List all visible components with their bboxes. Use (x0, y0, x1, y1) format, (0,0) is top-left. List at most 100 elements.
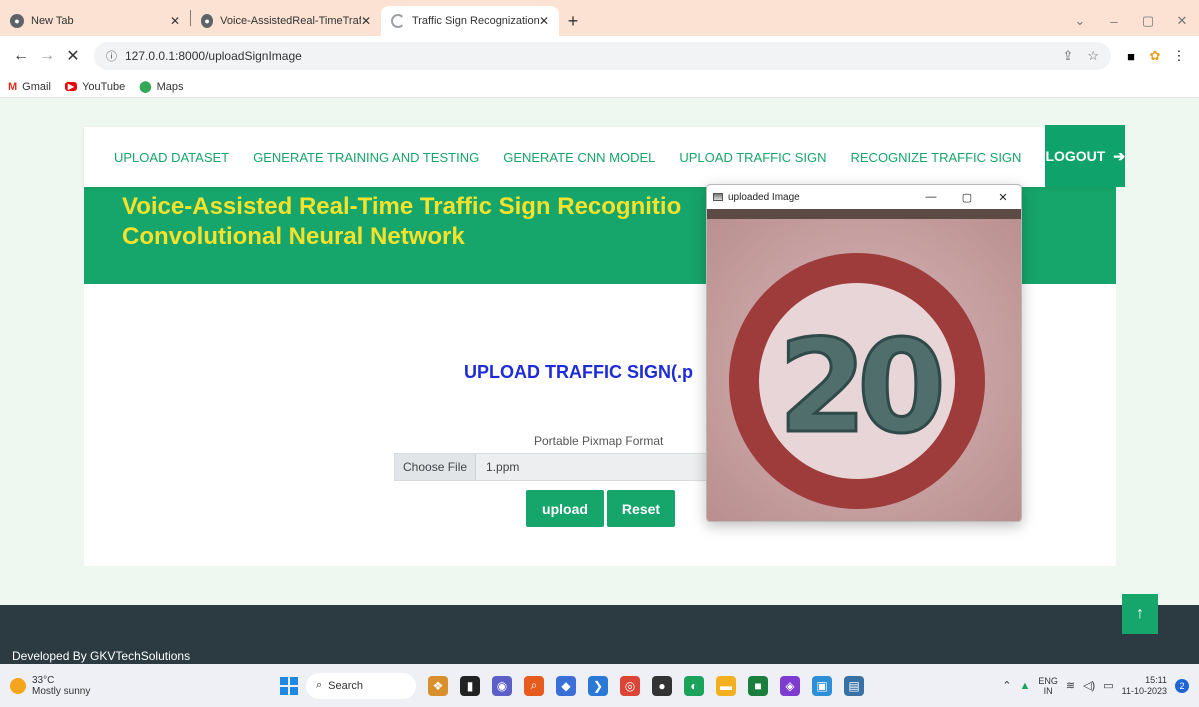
site-navbar: UPLOAD DATASET GENERATE TRAINING AND TES… (84, 125, 1126, 187)
search-app-icon[interactable]: ⌕ (524, 675, 544, 696)
forward-icon[interactable]: → (34, 47, 60, 65)
chevron-up-icon[interactable]: ⌃ (1002, 679, 1011, 692)
pycharm-icon[interactable]: ■ (748, 675, 768, 696)
chrome-icon: ● (10, 14, 24, 28)
choose-file-button[interactable]: Choose File (395, 454, 477, 480)
address-bar: ← → ✕ ⓘ 127.0.0.1:8000/uploadSignImage ⇪… (0, 36, 1199, 76)
footer-credit: Developed By GKVTechSolutions (12, 649, 191, 663)
upload-heading: UPLOAD TRAFFIC SIGN(.p (464, 362, 693, 382)
bookmark-label: YouTube (82, 80, 126, 93)
drive-sync-icon[interactable]: ▲ (1019, 680, 1030, 692)
volume-icon[interactable]: ◁) (1083, 679, 1095, 692)
nav-upload-traffic-sign[interactable]: UPLOAD TRAFFIC SIGN (679, 150, 826, 165)
file-explorer-icon[interactable]: ▬ (716, 675, 736, 696)
bookmark-label: Maps (156, 80, 184, 93)
close-icon[interactable]: ✕ (361, 14, 371, 28)
battery-icon[interactable]: ▭ (1103, 679, 1113, 692)
system-tray: ⌃ ▲ ENG IN ≋ ◁) ▭ 15:11 11-10-2023 2 (1002, 675, 1199, 697)
bookmark-star-icon[interactable]: ☆ (1087, 48, 1099, 64)
site-footer: Developed By GKVTechSolutions (0, 605, 1199, 664)
taskbar-search-label: Search (328, 679, 364, 692)
image-window-title: uploaded Image (728, 191, 800, 203)
close-icon[interactable]: ✕ (170, 14, 180, 28)
reset-button[interactable]: Reset (607, 490, 675, 527)
obs-icon[interactable]: ● (652, 675, 672, 696)
photos-icon[interactable]: ▣ (812, 675, 832, 696)
minimize-icon[interactable]: — (913, 191, 949, 204)
image-top-strip (707, 209, 1021, 219)
scroll-to-top-button[interactable]: ↑ (1122, 594, 1158, 634)
browser-tab-bar: ● New Tab ✕ ● Voice-AssistedReal-TimeTra… (0, 0, 1199, 36)
tab-voice-assisted[interactable]: ● Voice-AssistedReal-TimeTrafficSi ✕ (191, 6, 381, 36)
traffic-sign-image: 20 (707, 209, 1021, 521)
logout-button[interactable]: LOGOUT ➔ (1045, 125, 1126, 187)
url-input[interactable]: ⓘ 127.0.0.1:8000/uploadSignImage ⇪ ☆ (94, 42, 1111, 70)
gmail-icon: M (8, 80, 18, 93)
nav-upload-dataset[interactable]: UPLOAD DATASET (114, 150, 229, 165)
store-icon[interactable]: ◈ (780, 675, 800, 696)
wifi-icon[interactable]: ≋ (1066, 679, 1075, 692)
lang-top: ENG (1038, 675, 1058, 686)
sign-number: 20 (778, 313, 940, 462)
clock[interactable]: 15:11 11-10-2023 (1122, 675, 1167, 697)
vscode-icon[interactable]: ❯ (588, 675, 608, 696)
maximize-icon[interactable]: ▢ (949, 191, 985, 204)
bookmark-maps[interactable]: ⬤ Maps (139, 80, 184, 94)
extension-icon[interactable]: ✿ (1143, 48, 1167, 64)
close-window-icon[interactable]: ✕ (1165, 13, 1199, 29)
maximize-icon[interactable]: ▢ (1131, 13, 1165, 29)
bookmark-gmail[interactable]: M Gmail (8, 81, 51, 93)
nav-generate-training-testing[interactable]: GENERATE TRAINING AND TESTING (253, 150, 479, 165)
widgets-icon[interactable]: ❖ (428, 675, 448, 696)
nav-recognize-traffic-sign[interactable]: RECOGNIZE TRAFFIC SIGN (851, 150, 1022, 165)
app-window-icon (713, 193, 723, 201)
bookmark-label: Gmail (22, 80, 51, 93)
language-indicator[interactable]: ENG IN (1038, 676, 1058, 696)
stop-icon[interactable]: ✕ (60, 46, 86, 66)
minimize-icon[interactable]: – (1097, 14, 1131, 29)
file-input[interactable]: Choose File 1.ppm (394, 453, 724, 481)
sun-icon (10, 677, 26, 694)
loading-icon (391, 14, 405, 28)
weather-widget[interactable]: 33°C Mostly sunny (0, 675, 280, 697)
taskview-icon[interactable]: ▮ (460, 675, 480, 696)
youtube-icon: ▶ (64, 82, 78, 91)
arrow-up-icon: ↑ (1136, 605, 1144, 622)
image-window-controls: — ▢ ✕ (913, 191, 1021, 204)
chrome-taskbar-icon[interactable]: ◎ (620, 675, 640, 696)
start-icon[interactable] (280, 676, 298, 695)
tab-new-tab[interactable]: ● New Tab ✕ (0, 6, 190, 36)
window-controls: ⌄ – ▢ ✕ (1063, 6, 1199, 36)
close-icon[interactable]: ✕ (539, 14, 549, 28)
menu-icon[interactable]: ⋮ (1167, 48, 1191, 64)
upload-button[interactable]: upload (526, 490, 604, 527)
nav-generate-cnn-model[interactable]: GENERATE CNN MODEL (503, 150, 655, 165)
site-info-icon[interactable]: ⓘ (106, 48, 117, 64)
vpn-icon[interactable]: ◆ (556, 675, 576, 696)
tab-search-icon[interactable]: ⌄ (1063, 13, 1097, 29)
edge-icon[interactable]: ◐ (684, 675, 704, 696)
maps-pin-icon: ⬤ (139, 81, 152, 93)
tab-traffic-sign-recognization[interactable]: Traffic Sign Recognization ✕ (381, 6, 559, 36)
share-icon[interactable]: ⇪ (1062, 48, 1073, 64)
page-title: Voice-Assisted Real-Time Traffic Sign Re… (122, 193, 682, 250)
back-icon[interactable]: ← (8, 47, 34, 65)
notification-badge[interactable]: 2 (1175, 678, 1189, 693)
url-text: 127.0.0.1:8000/uploadSignImage (125, 49, 302, 63)
image-window-titlebar[interactable]: uploaded Image — ▢ ✕ (707, 185, 1021, 209)
taskbar-search[interactable]: ⌕ Search (306, 672, 416, 699)
temperature: 33°C (32, 674, 55, 686)
omnibox-actions: ⇪ ☆ (1062, 48, 1099, 64)
tab-title: Traffic Sign Recognization (411, 15, 539, 27)
chat-icon[interactable]: ◉ (492, 675, 512, 696)
bookmark-youtube[interactable]: ▶ YouTube (64, 80, 126, 93)
weather-text: 33°C Mostly sunny (32, 675, 90, 697)
python-icon[interactable]: ▤ (844, 675, 864, 696)
close-icon[interactable]: ✕ (985, 191, 1021, 204)
lang-bottom: IN (1043, 685, 1053, 696)
tab-title: Voice-AssistedReal-TimeTrafficSi (220, 15, 361, 27)
new-tab-button[interactable]: + (559, 6, 587, 36)
tab-title: New Tab (31, 15, 74, 27)
sidepanel-icon[interactable]: ■ (1119, 49, 1143, 64)
uploaded-image-window[interactable]: uploaded Image — ▢ ✕ 20 (706, 184, 1022, 522)
